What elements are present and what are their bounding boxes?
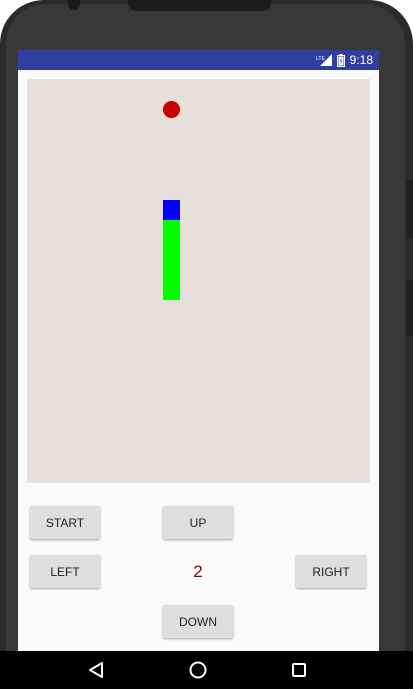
status-icons: LTE 9:18 — [316, 50, 373, 70]
power-button — [407, 280, 413, 336]
lte-signal-icon: LTE — [316, 54, 332, 66]
back-triangle-icon[interactable] — [86, 660, 106, 680]
app-screen: LTE 9:18 START UP LEFT 2 RIGHT DOWN — [18, 50, 379, 651]
navigation-bar — [0, 651, 413, 689]
status-time: 9:18 — [349, 53, 373, 67]
home-circle-icon[interactable] — [188, 660, 208, 680]
recent-square-icon[interactable] — [289, 660, 309, 680]
up-button[interactable]: UP — [163, 506, 233, 539]
svg-text:LTE: LTE — [316, 56, 325, 62]
score-display: 2 — [193, 562, 203, 581]
down-button[interactable]: DOWN — [163, 605, 233, 638]
volume-button — [407, 180, 413, 238]
game-board — [27, 79, 370, 483]
earpiece-speaker — [128, 0, 271, 11]
status-bar: LTE 9:18 — [18, 50, 379, 70]
food-dot — [163, 101, 180, 118]
phone-frame: LTE 9:18 START UP LEFT 2 RIGHT DOWN — [0, 0, 413, 689]
battery-icon — [336, 53, 345, 67]
snake-body — [163, 220, 180, 300]
snake-head — [163, 200, 180, 220]
left-button[interactable]: LEFT — [30, 555, 100, 588]
right-button[interactable]: RIGHT — [296, 555, 366, 588]
start-button[interactable]: START — [30, 506, 100, 539]
